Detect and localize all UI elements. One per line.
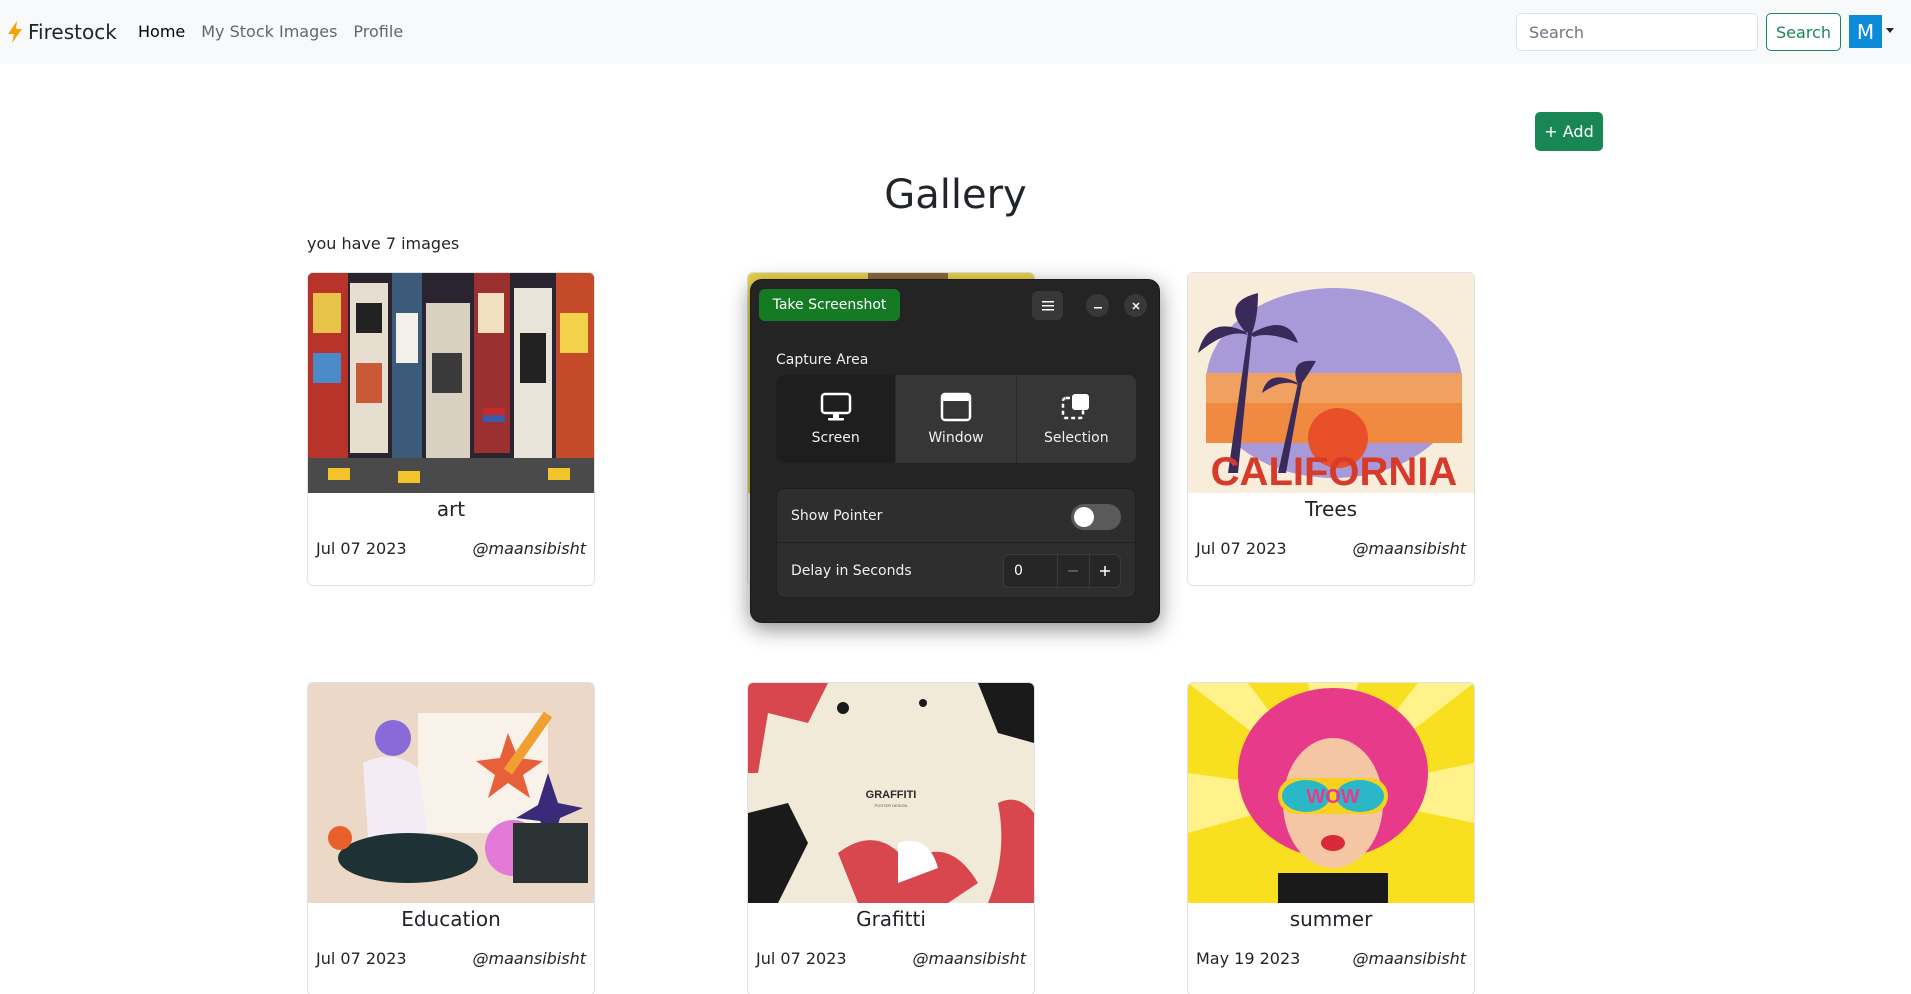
capture-option-screen[interactable]: Screen <box>776 375 897 463</box>
nav-link-my-stock-images[interactable]: My Stock Images <box>201 22 337 41</box>
show-pointer-label: Show Pointer <box>791 507 883 524</box>
card-meta: Jul 07 2023 @maansibisht <box>316 949 586 968</box>
card-user[interactable]: @maansibisht <box>1353 949 1466 968</box>
image-card-grafitti[interactable]: GRAFFITI POSTER DESIGN Grafitti Jul 07 2… <box>747 682 1035 994</box>
card-image <box>308 683 594 903</box>
wow-text: WOW <box>1306 786 1359 808</box>
capture-option-window[interactable]: Window <box>896 375 1017 463</box>
brand-name: Firestock <box>28 20 117 44</box>
add-button[interactable]: + Add <box>1535 112 1603 151</box>
card-date: May 19 2023 <box>1196 949 1301 968</box>
delay-label: Delay in Seconds <box>791 563 912 579</box>
take-screenshot-button[interactable]: Take Screenshot <box>759 289 900 321</box>
graffiti-subtext: POSTER DESIGN <box>875 803 908 808</box>
monitor-icon <box>820 392 851 421</box>
card-meta: Jul 07 2023 @maansibisht <box>1196 539 1466 558</box>
card-title: summer <box>1289 907 1373 931</box>
capture-option-label: Selection <box>1044 430 1109 446</box>
plus-icon <box>1099 566 1110 576</box>
image-count: you have 7 images <box>307 234 460 253</box>
card-title: Grafitti <box>856 907 926 931</box>
card-date: Jul 07 2023 <box>1196 539 1287 558</box>
increment-button[interactable] <box>1088 555 1120 587</box>
window-icon <box>940 392 972 422</box>
capture-option-label: Screen <box>811 430 860 446</box>
card-meta: May 19 2023 @maansibisht <box>1196 949 1466 968</box>
toggle-knob <box>1074 507 1094 527</box>
california-text: CALIFORNIA <box>1211 450 1458 493</box>
card-user[interactable]: @maansibisht <box>473 539 586 558</box>
close-icon <box>1131 301 1140 310</box>
decrement-button[interactable] <box>1057 555 1088 587</box>
menu-button[interactable] <box>1032 291 1063 320</box>
search-input[interactable] <box>1516 13 1758 51</box>
card-title: art <box>436 497 466 521</box>
card-title: Trees <box>1304 497 1358 521</box>
capture-area-label: Capture Area <box>776 352 869 368</box>
card-image: WOW <box>1188 683 1474 903</box>
avatar[interactable]: M <box>1849 15 1882 48</box>
card-user[interactable]: @maansibisht <box>1353 539 1466 558</box>
capture-option-label: Window <box>928 430 984 446</box>
brand[interactable]: Firestock <box>6 20 117 44</box>
capture-option-selection[interactable]: Selection <box>1017 375 1136 463</box>
image-card-education[interactable]: Education Jul 07 2023 @maansibisht <box>307 682 595 994</box>
card-user[interactable]: @maansibisht <box>913 949 1026 968</box>
delay-spinbutton: 0 <box>1003 554 1121 588</box>
card-image <box>308 273 594 493</box>
minimize-icon <box>1093 306 1102 308</box>
card-date: Jul 07 2023 <box>316 539 407 558</box>
close-button[interactable] <box>1124 294 1147 317</box>
graffiti-text: GRAFFITI <box>866 789 917 801</box>
dropdown-caret-icon[interactable] <box>1886 28 1894 33</box>
delay-row: Delay in Seconds 0 <box>777 544 1135 598</box>
image-card-summer[interactable]: WOW summer May 19 2023 @maansibisht <box>1187 682 1475 994</box>
lightning-icon <box>8 21 22 43</box>
page-title: Gallery <box>884 172 1027 218</box>
delay-value[interactable]: 0 <box>1004 563 1057 579</box>
card-title: Education <box>401 907 501 931</box>
card-date: Jul 07 2023 <box>756 949 847 968</box>
minus-icon <box>1068 570 1079 572</box>
image-card-trees[interactable]: CALIFORNIA Trees Jul 07 2023 @maansibish… <box>1187 272 1475 586</box>
card-image: GRAFFITI POSTER DESIGN <box>748 683 1034 903</box>
card-image: CALIFORNIA <box>1188 273 1474 493</box>
options-list: Show Pointer Delay in Seconds 0 <box>776 488 1136 598</box>
show-pointer-row: Show Pointer <box>777 489 1135 543</box>
navbar: Firestock Home My Stock Images Profile S… <box>0 0 1911 64</box>
nav-links: Home My Stock Images Profile <box>138 22 403 41</box>
selection-icon <box>1062 394 1090 420</box>
card-user[interactable]: @maansibisht <box>473 949 586 968</box>
card-meta: Jul 07 2023 @maansibisht <box>756 949 1026 968</box>
nav-link-profile[interactable]: Profile <box>353 22 403 41</box>
search-button[interactable]: Search <box>1766 13 1841 51</box>
screenshot-dialog: Take Screenshot Capture Area Screen Wind… <box>750 279 1160 623</box>
capture-area-group: Screen Window Selection <box>776 375 1136 463</box>
card-date: Jul 07 2023 <box>316 949 407 968</box>
show-pointer-toggle[interactable] <box>1071 504 1121 530</box>
nav-link-home[interactable]: Home <box>138 22 185 41</box>
hamburger-menu-icon <box>1041 300 1054 310</box>
minimize-button[interactable] <box>1086 294 1109 317</box>
card-meta: Jul 07 2023 @maansibisht <box>316 539 586 558</box>
image-card-art[interactable]: art Jul 07 2023 @maansibisht <box>307 272 595 586</box>
